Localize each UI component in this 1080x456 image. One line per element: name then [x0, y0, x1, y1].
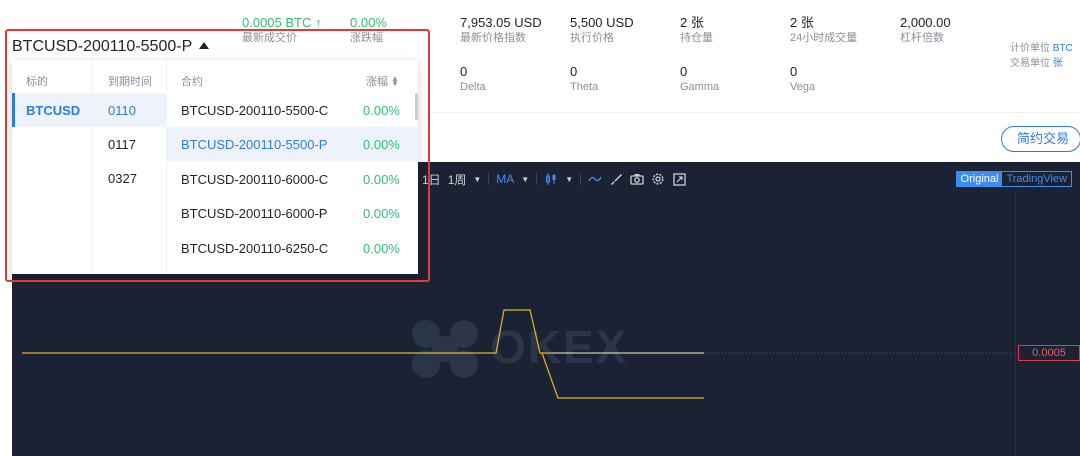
divider [430, 112, 1080, 113]
price-series-line-2 [541, 352, 704, 399]
trade-unit-label: 交易单位 [1010, 58, 1050, 69]
vega-value: 0 [790, 64, 798, 79]
gamma-label: Gamma [680, 81, 720, 93]
gamma-value: 0 [680, 64, 688, 79]
volume-value: 2 张 [790, 15, 814, 30]
leverage-value: 2,000.00 [900, 15, 951, 30]
change-value: 0.00% [350, 15, 387, 30]
leverage-stat: 2,000.00 杠杆倍数 [900, 16, 951, 44]
volume-stat: 2 张 24小时成交量 [790, 16, 857, 44]
index-price-stat: 7,953.05 USD 最新价格指数 [460, 16, 542, 44]
index-price-value: 7,953.05 USD [460, 15, 542, 30]
quote-unit-label: 计价单位 [1010, 43, 1050, 54]
volume-label: 24小时成交量 [790, 32, 858, 44]
delta-stat: 0 Delta [460, 65, 486, 93]
strike-stat: 5,500 USD 执行价格 [570, 16, 634, 44]
quote-unit-value: BTC [1052, 43, 1073, 54]
delta-value: 0 [460, 64, 468, 79]
last-price-value: 0.0005 BTC ↑ [242, 15, 322, 30]
position-label: 持仓量 [680, 32, 713, 44]
gamma-stat: 0 Gamma [680, 65, 719, 93]
highlight-annotation-box [5, 29, 430, 282]
strike-label: 执行价格 [570, 32, 614, 44]
vega-stat: 0 Vega [790, 65, 815, 93]
unit-info: 计价单位 BTC 交易单位 张 [1010, 41, 1073, 71]
trade-unit-value: 张 [1052, 58, 1063, 69]
leverage-label: 杠杆倍数 [900, 32, 944, 44]
simple-trade-button[interactable]: 简约交易 [1001, 126, 1080, 152]
strike-value: 5,500 USD [570, 15, 634, 30]
index-price-label: 最新价格指数 [460, 32, 526, 44]
theta-stat: 0 Theta [570, 65, 598, 93]
position-stat: 2 张 持仓量 [680, 16, 713, 44]
theta-label: Theta [570, 81, 599, 93]
delta-label: Delta [460, 81, 486, 93]
price-tag: 0.0005 [1018, 345, 1080, 361]
vega-label: Vega [790, 81, 816, 93]
position-value: 2 张 [680, 15, 704, 30]
price-series-line-1 [22, 309, 704, 354]
theta-value: 0 [570, 64, 578, 79]
